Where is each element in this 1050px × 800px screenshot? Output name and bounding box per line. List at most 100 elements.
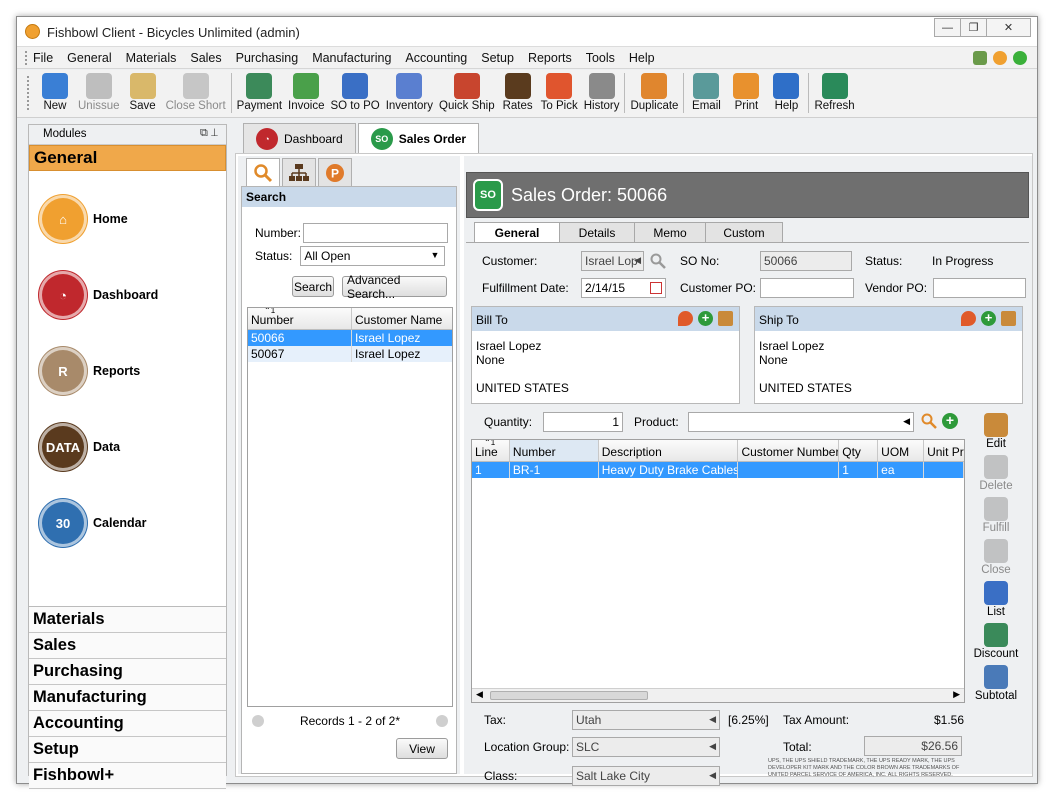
column-qty[interactable]: Qty bbox=[839, 440, 879, 461]
column-uom[interactable]: UOM bbox=[878, 440, 925, 461]
customer-search-icon[interactable] bbox=[650, 253, 666, 269]
column-number[interactable]: ⌃1 Number bbox=[248, 308, 352, 329]
table-row[interactable]: 50066 Israel Lopez bbox=[248, 330, 452, 346]
menu-reports[interactable]: Reports bbox=[528, 51, 572, 65]
payment-button[interactable]: Payment bbox=[234, 73, 285, 113]
column-customer-name[interactable]: Customer Name bbox=[352, 308, 452, 329]
menu-setup[interactable]: Setup bbox=[481, 51, 514, 65]
module-category-materials[interactable]: Materials bbox=[29, 607, 226, 633]
view-button[interactable]: View bbox=[396, 738, 448, 759]
vendor-po-input[interactable] bbox=[933, 278, 1026, 298]
quantity-input[interactable] bbox=[543, 412, 623, 432]
fulfillment-date-field[interactable]: 2/14/15 bbox=[581, 278, 666, 298]
to-pick-button[interactable]: To Pick bbox=[538, 73, 581, 113]
refresh-button[interactable]: Refresh bbox=[811, 73, 857, 113]
module-home[interactable]: ⌂ Home bbox=[29, 181, 226, 257]
close-button[interactable]: ✕ bbox=[986, 18, 1031, 37]
calendar-picker-icon[interactable] bbox=[650, 282, 662, 294]
add-address-icon[interactable]: + bbox=[698, 311, 713, 326]
tab-dashboard[interactable]: ◔ Dashboard bbox=[243, 123, 356, 153]
horizontal-scrollbar[interactable]: ◀ ▶ bbox=[472, 688, 964, 702]
table-row[interactable]: 50067 Israel Lopez bbox=[248, 346, 452, 362]
tab-custom[interactable]: Custom bbox=[705, 222, 783, 242]
edit-action-button[interactable]: Edit bbox=[966, 413, 1026, 455]
tax-field[interactable]: Utah ◀ bbox=[572, 710, 720, 730]
menu-general[interactable]: General bbox=[67, 51, 111, 65]
map-pin-icon[interactable] bbox=[678, 311, 693, 326]
product-search-icon[interactable] bbox=[921, 413, 937, 429]
status-select[interactable]: All Open ▼ bbox=[300, 246, 446, 266]
network-icon[interactable] bbox=[973, 51, 987, 65]
hierarchy-tab-icon[interactable] bbox=[282, 158, 316, 186]
customer-field[interactable]: Israel Lop ◀ bbox=[581, 251, 644, 271]
number-input[interactable] bbox=[303, 223, 449, 243]
minimize-button[interactable]: — bbox=[934, 18, 961, 37]
print-button[interactable]: Print bbox=[726, 73, 766, 113]
discount-action-button[interactable]: Discount bbox=[966, 623, 1026, 665]
restore-button[interactable]: ❐ bbox=[960, 18, 987, 37]
module-calendar[interactable]: 30 Calendar bbox=[29, 485, 226, 561]
product-field[interactable]: ◀ bbox=[688, 412, 914, 432]
menu-sales[interactable]: Sales bbox=[190, 51, 221, 65]
menu-grip[interactable] bbox=[25, 51, 28, 65]
customer-po-input[interactable] bbox=[760, 278, 854, 298]
add-address-icon[interactable]: + bbox=[981, 311, 996, 326]
module-category-purchasing[interactable]: Purchasing bbox=[29, 659, 226, 685]
map-pin-icon[interactable] bbox=[961, 311, 976, 326]
next-page-icon[interactable] bbox=[436, 715, 448, 727]
inventory-button[interactable]: Inventory bbox=[383, 73, 436, 113]
duplicate-button[interactable]: Duplicate bbox=[627, 73, 681, 113]
toolbar-grip[interactable] bbox=[27, 76, 30, 110]
module-general-header[interactable]: General bbox=[29, 145, 226, 171]
search-tab-icon[interactable] bbox=[246, 158, 280, 186]
panel-float-icon[interactable]: ⧉ ⊥ bbox=[200, 127, 218, 140]
module-category-manufacturing[interactable]: Manufacturing bbox=[29, 685, 226, 711]
menu-manufacturing[interactable]: Manufacturing bbox=[312, 51, 391, 65]
module-category-sales[interactable]: Sales bbox=[29, 633, 226, 659]
tab-details[interactable]: Details bbox=[559, 222, 635, 242]
module-category-accounting[interactable]: Accounting bbox=[29, 711, 226, 737]
advanced-search-button[interactable]: Advanced Search... bbox=[342, 273, 447, 301]
so-to-po-button[interactable]: SO to PO bbox=[327, 73, 382, 113]
column-line[interactable]: ⌃1 Line bbox=[472, 440, 510, 461]
menu-materials[interactable]: Materials bbox=[126, 51, 177, 65]
module-category-setup[interactable]: Setup bbox=[29, 737, 226, 763]
search-button[interactable]: Search bbox=[292, 276, 334, 297]
module-category-fishbowl[interactable]: Fishbowl+ bbox=[29, 763, 226, 789]
so-number-field[interactable]: 50066 bbox=[760, 251, 852, 271]
menu-file[interactable]: File bbox=[33, 51, 53, 65]
menu-purchasing[interactable]: Purchasing bbox=[236, 51, 299, 65]
tab-memo[interactable]: Memo bbox=[634, 222, 706, 242]
column-description[interactable]: Description bbox=[599, 440, 739, 461]
quick-ship-button[interactable]: Quick Ship bbox=[436, 73, 498, 113]
save-button[interactable]: Save bbox=[123, 73, 163, 113]
module-reports[interactable]: R Reports bbox=[29, 333, 226, 409]
module-data[interactable]: DATA Data bbox=[29, 409, 226, 485]
rates-button[interactable]: Rates bbox=[498, 73, 538, 113]
tab-sales-order[interactable]: SO Sales Order bbox=[357, 123, 480, 153]
location-group-field[interactable]: SLC ◀ bbox=[572, 737, 720, 757]
tab-general[interactable]: General bbox=[474, 222, 560, 242]
add-item-icon[interactable]: + bbox=[942, 413, 958, 429]
class-field[interactable]: Salt Lake City ◀ bbox=[572, 766, 720, 786]
module-dashboard[interactable]: ◔ Dashboard bbox=[29, 257, 226, 333]
scroll-right-icon[interactable]: ▶ bbox=[953, 689, 960, 700]
new-button[interactable]: New bbox=[35, 73, 75, 113]
menu-tools[interactable]: Tools bbox=[586, 51, 615, 65]
column-unit-price[interactable]: Unit Pric bbox=[924, 440, 964, 461]
scroll-left-icon[interactable]: ◀ bbox=[476, 689, 483, 700]
list-action-button[interactable]: List bbox=[966, 581, 1026, 623]
email-button[interactable]: Email bbox=[686, 73, 726, 113]
help-button[interactable]: Help bbox=[766, 73, 806, 113]
invoice-button[interactable]: Invoice bbox=[285, 73, 327, 113]
menu-accounting[interactable]: Accounting bbox=[405, 51, 467, 65]
edit-address-icon[interactable] bbox=[718, 311, 733, 326]
menu-help[interactable]: Help bbox=[629, 51, 655, 65]
edit-address-icon[interactable] bbox=[1001, 311, 1016, 326]
home-status-icon[interactable] bbox=[993, 51, 1007, 65]
column-customer-number[interactable]: Customer Number bbox=[738, 440, 840, 461]
table-row[interactable]: 1 BR-1 Heavy Duty Brake Cables 1 ea bbox=[472, 462, 964, 478]
scrollbar-thumb[interactable] bbox=[490, 691, 648, 700]
pin-tab-icon[interactable]: P bbox=[318, 158, 352, 186]
history-button[interactable]: History bbox=[581, 73, 623, 113]
